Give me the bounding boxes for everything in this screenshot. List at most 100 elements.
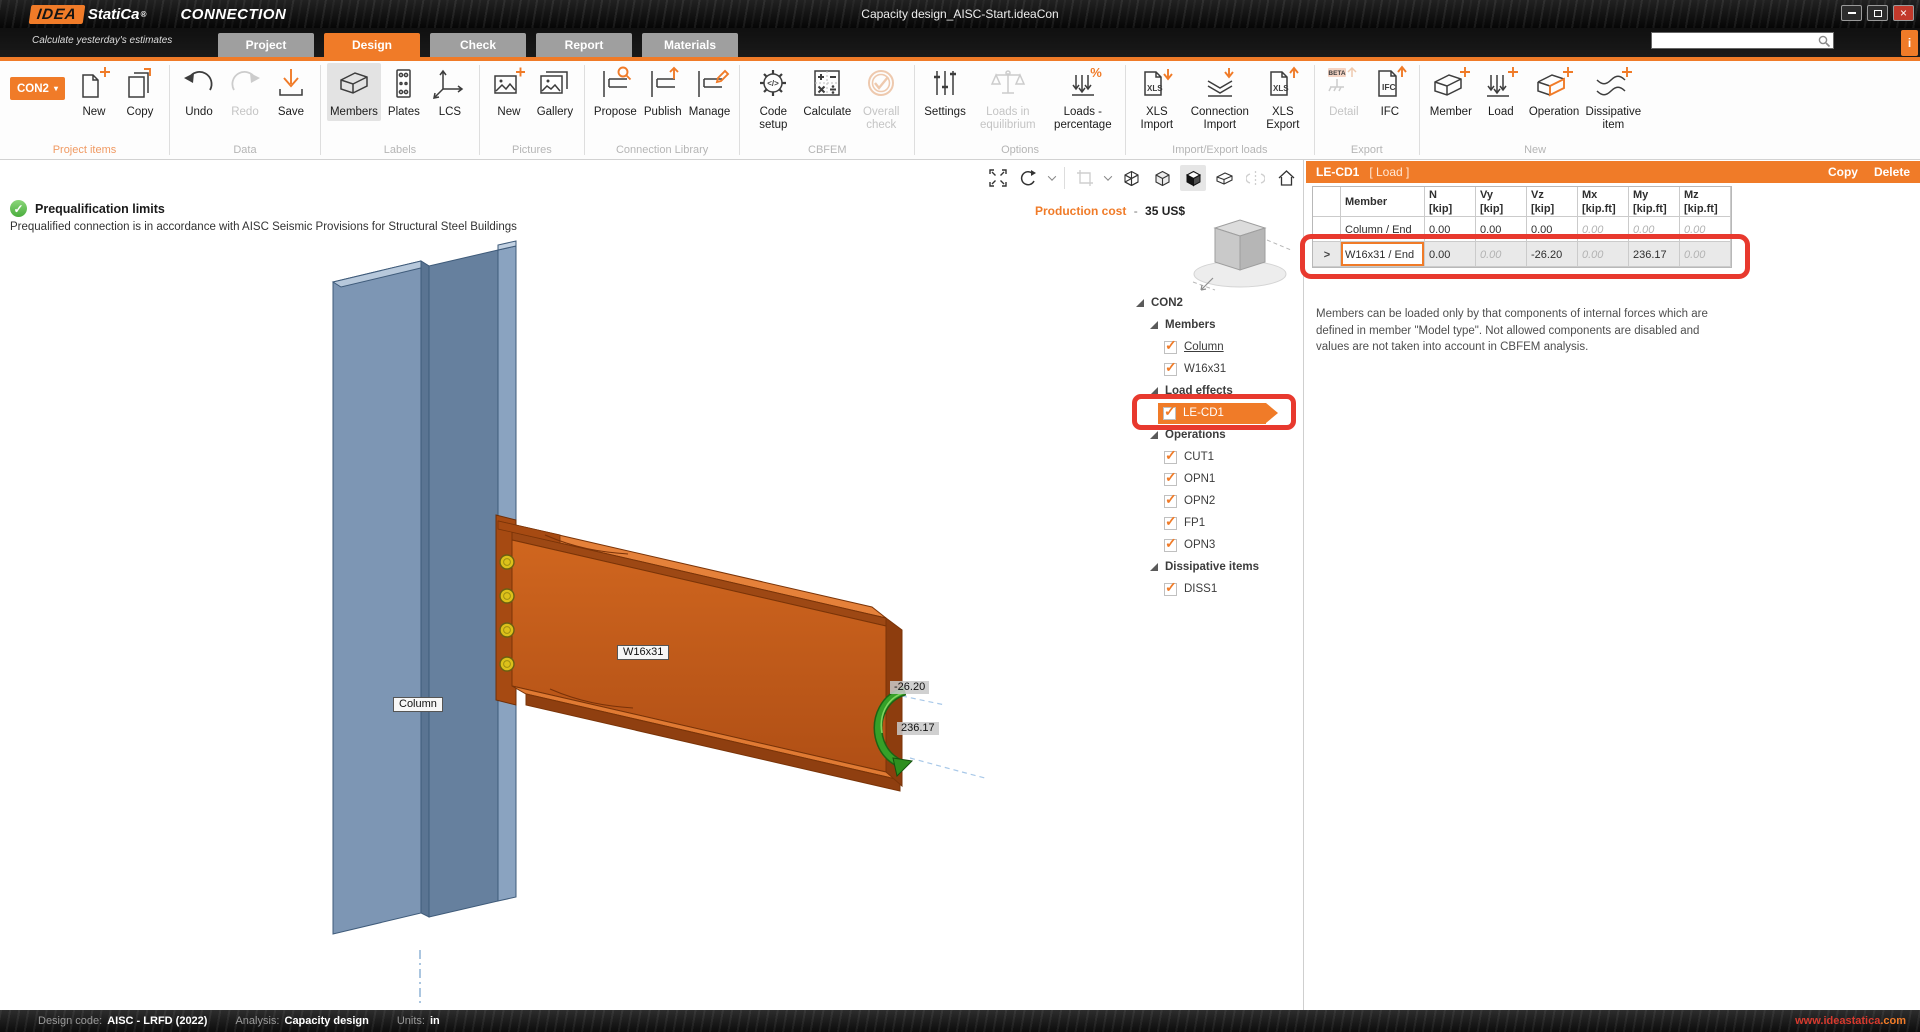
website-link[interactable]: www.ideastatica.com xyxy=(1795,1015,1906,1027)
new-dissipative-item-button[interactable]: Dissipative item xyxy=(1582,63,1644,134)
tree-node-opn3[interactable]: ✓ OPN3 xyxy=(1130,534,1306,556)
search-input[interactable] xyxy=(1652,34,1817,47)
cell-member[interactable]: Column / End xyxy=(1341,217,1425,242)
tree-node-fp1[interactable]: ✓ FP1 xyxy=(1130,512,1306,534)
tree-section-operations[interactable]: Operations xyxy=(1165,429,1226,441)
propose-button[interactable]: Propose xyxy=(591,63,640,121)
home-view-button[interactable] xyxy=(1273,165,1299,191)
close-button[interactable]: × xyxy=(1893,5,1914,21)
members-toggle-button[interactable]: Members xyxy=(327,63,381,121)
save-button[interactable]: Save xyxy=(268,63,314,121)
mirror-view-button[interactable] xyxy=(1242,165,1268,191)
undo-button[interactable]: Undo xyxy=(176,63,222,121)
zoom-fit-button[interactable] xyxy=(985,165,1011,191)
new-operation-button[interactable]: Operation xyxy=(1526,63,1583,121)
overall-check-button[interactable]: Overall check xyxy=(854,63,908,134)
section-view-button[interactable] xyxy=(1211,165,1237,191)
delete-load-button[interactable]: Delete xyxy=(1874,165,1910,179)
minimize-button[interactable] xyxy=(1841,5,1862,21)
code-setup-button[interactable]: </> Code setup xyxy=(746,63,800,134)
checkbox-checked[interactable]: ✓ xyxy=(1164,451,1177,464)
tab-project[interactable]: Project xyxy=(218,33,314,57)
detail-export-button[interactable]: BETA Detail xyxy=(1321,63,1367,121)
hidden-line-view-button[interactable] xyxy=(1149,165,1175,191)
connection-3d-view[interactable] xyxy=(0,160,1130,1010)
tree-node-opn1[interactable]: ✓ OPN1 xyxy=(1130,468,1306,490)
xls-import-button[interactable]: XLS XLS Import xyxy=(1132,63,1182,134)
cell-my[interactable]: 0.00 xyxy=(1629,217,1680,242)
tree-section-load-effects[interactable]: Load effects xyxy=(1165,385,1233,397)
wireframe-view-button[interactable] xyxy=(1118,165,1144,191)
tree-node-column[interactable]: ✓ Column xyxy=(1130,336,1306,358)
cell-mz[interactable]: 0.00 xyxy=(1680,217,1731,242)
expander-icon[interactable] xyxy=(1150,321,1158,329)
cell-mx[interactable]: 0.00 xyxy=(1578,242,1629,267)
lcs-toggle-button[interactable]: LCS xyxy=(427,63,473,121)
new-picture-button[interactable]: New xyxy=(486,63,532,121)
tree-node-cut1[interactable]: ✓ CUT1 xyxy=(1130,446,1306,468)
expander-icon[interactable] xyxy=(1150,563,1158,571)
row-expander[interactable] xyxy=(1313,217,1341,242)
maximize-button[interactable] xyxy=(1867,5,1888,21)
calculate-button[interactable]: Calculate xyxy=(800,63,854,121)
tree-node-diss1[interactable]: ✓ DISS1 xyxy=(1130,578,1306,600)
redo-button[interactable]: Redo xyxy=(222,63,268,121)
tab-check[interactable]: Check xyxy=(430,33,526,57)
xls-export-button[interactable]: XLS XLS Export xyxy=(1258,63,1308,134)
rotate-view-button[interactable] xyxy=(1016,165,1042,191)
plates-toggle-button[interactable]: Plates xyxy=(381,63,427,121)
new-member-button[interactable]: Member xyxy=(1426,63,1476,121)
ifc-export-button[interactable]: IFC IFC xyxy=(1367,63,1413,121)
checkbox-checked[interactable]: ✓ xyxy=(1164,495,1177,508)
connection-import-button[interactable]: Connection Import xyxy=(1182,63,1258,134)
solid-view-button[interactable] xyxy=(1180,165,1206,191)
checkbox-checked[interactable]: ✓ xyxy=(1164,473,1177,486)
checkbox-checked[interactable]: ✓ xyxy=(1164,341,1177,354)
row-expander[interactable]: > xyxy=(1313,242,1341,267)
tree-node-w16x31[interactable]: ✓ W16x31 xyxy=(1130,358,1306,380)
cell-vy[interactable]: 0.00 xyxy=(1476,217,1527,242)
manage-button[interactable]: Manage xyxy=(686,63,734,121)
checkbox-checked[interactable]: ✓ xyxy=(1163,407,1176,420)
tab-report[interactable]: Report xyxy=(536,33,632,57)
tab-design[interactable]: Design xyxy=(324,33,420,57)
cell-vz[interactable]: 0.00 xyxy=(1527,217,1578,242)
expander-icon[interactable] xyxy=(1150,431,1158,439)
tab-materials[interactable]: Materials xyxy=(642,33,738,57)
cell-vy[interactable]: 0.00 xyxy=(1476,242,1527,267)
cell-n[interactable]: 0.00 xyxy=(1425,242,1476,267)
checkbox-checked[interactable]: ✓ xyxy=(1164,583,1177,596)
loads-percentage-button[interactable]: % Loads - percentage xyxy=(1047,63,1119,134)
navigation-cube[interactable] xyxy=(1185,210,1295,305)
tree-node-con2[interactable]: CON2 xyxy=(1151,297,1183,309)
new-load-button[interactable]: Load xyxy=(1476,63,1526,121)
settings-button[interactable]: Settings xyxy=(921,63,969,121)
copy-project-item-button[interactable]: Copy xyxy=(117,63,163,121)
zoom-window-button[interactable] xyxy=(1072,165,1098,191)
tree-node-opn2[interactable]: ✓ OPN2 xyxy=(1130,490,1306,512)
cell-n[interactable]: 0.00 xyxy=(1425,217,1476,242)
chevron-down-icon[interactable] xyxy=(1047,173,1057,183)
expander-icon[interactable] xyxy=(1150,387,1158,395)
cell-my[interactable]: 236.17 xyxy=(1629,242,1680,267)
loads-in-equilibrium-button[interactable]: Loads in equilibrium xyxy=(969,63,1047,134)
copy-load-button[interactable]: Copy xyxy=(1828,165,1858,179)
tree-section-dissipative-items[interactable]: Dissipative items xyxy=(1165,561,1259,573)
cell-vz[interactable]: -26.20 xyxy=(1527,242,1578,267)
chevron-down-icon[interactable] xyxy=(1103,173,1113,183)
cell-mx[interactable]: 0.00 xyxy=(1578,217,1629,242)
cell-member-selected[interactable]: W16x31 / End xyxy=(1341,242,1425,267)
checkbox-checked[interactable]: ✓ xyxy=(1164,363,1177,376)
tree-node-le-cd1[interactable]: ✓ LE-CD1 xyxy=(1158,403,1266,424)
cell-mz[interactable]: 0.00 xyxy=(1680,242,1731,267)
tree-section-members[interactable]: Members xyxy=(1165,319,1216,331)
con2-dropdown[interactable]: CON2 ▾ xyxy=(10,77,65,100)
new-project-item-button[interactable]: New xyxy=(71,63,117,121)
info-button[interactable]: i xyxy=(1901,30,1918,56)
checkbox-checked[interactable]: ✓ xyxy=(1164,517,1177,530)
checkbox-checked[interactable]: ✓ xyxy=(1164,539,1177,552)
expander-icon[interactable] xyxy=(1136,299,1144,307)
gallery-button[interactable]: Gallery xyxy=(532,63,578,121)
publish-button[interactable]: Publish xyxy=(640,63,686,121)
title-bar: IDEA StatiCa ® CONNECTION Capacity desig… xyxy=(0,0,1920,28)
